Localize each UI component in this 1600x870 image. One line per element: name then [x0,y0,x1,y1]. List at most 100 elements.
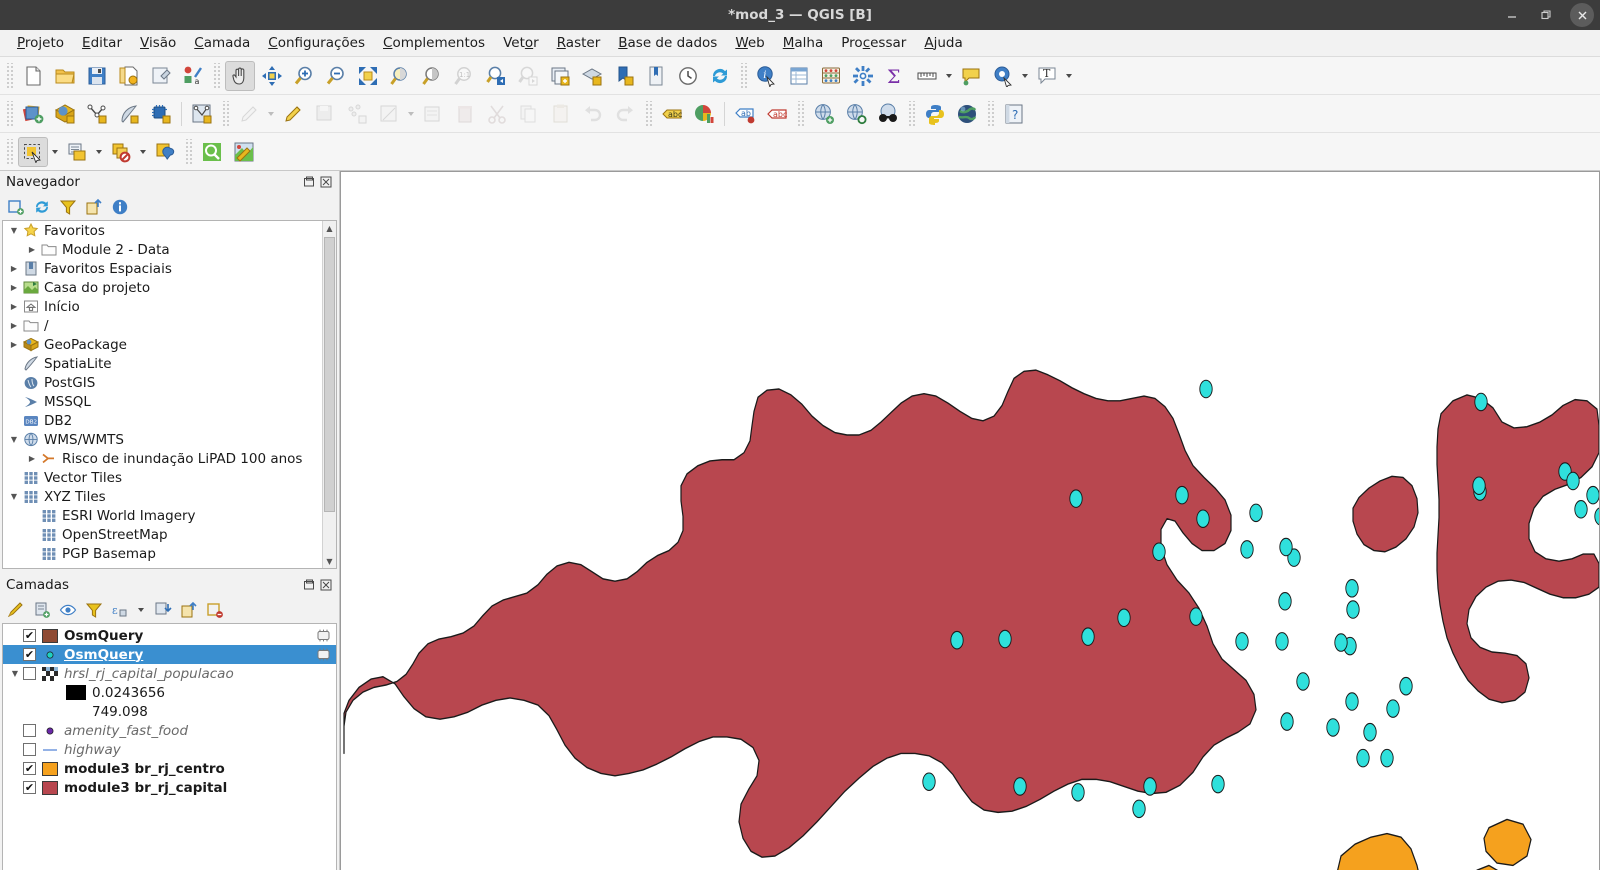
map-point-feature[interactable] [922,772,936,791]
browser-item-esri-world-imagery[interactable]: ESRI World Imagery [3,506,336,525]
browser-item-module-2-data[interactable]: ▶ Module 2 - Data [3,240,336,259]
map-point-feature[interactable] [1574,500,1588,519]
browser-item-mssql[interactable]: MSSQL [3,392,336,411]
map-point-feature[interactable] [1346,600,1360,619]
toggle-editing-icon[interactable] [278,99,308,129]
metasearch-add-icon[interactable] [809,99,839,129]
new-map-view-icon[interactable] [545,61,575,91]
menu-ajuda[interactable]: Ajuda [915,32,971,54]
chevron-right-icon[interactable]: ▶ [25,454,39,463]
browser-item-postgis[interactable]: PostGIS [3,373,336,392]
map-point-feature[interactable] [1189,607,1203,626]
open-attribute-table-icon[interactable] [784,61,814,91]
diagram-properties-icon[interactable] [689,99,719,129]
help-contents-icon[interactable]: ? [999,99,1029,129]
map-point-feature[interactable] [1081,627,1095,646]
expand-all-icon[interactable] [152,599,173,620]
map-point-feature[interactable] [1474,392,1488,412]
toolbar-grip[interactable] [5,100,14,127]
map-tips-icon[interactable] [956,61,986,91]
layer-styling-icon[interactable] [5,599,26,620]
browser-item-db2[interactable]: DB2 DB2 [3,411,336,430]
layers-tree[interactable]: ✔ OsmQuery ✔ OsmQuery ▼ hrsl_rj_capital_popul… [2,623,337,870]
spatial-bookmarks-dropdown-caret[interactable] [1019,61,1031,91]
layer-item-highway[interactable]: highway [3,740,336,759]
minimize-button[interactable] [1496,2,1528,28]
zoom-full-icon[interactable] [353,61,383,91]
menu-raster[interactable]: Raster [548,32,610,54]
map-point-feature[interactable] [1071,783,1085,802]
map-point-feature[interactable] [1278,592,1292,611]
map-point-feature[interactable] [1472,476,1486,495]
zoom-layer-icon[interactable] [417,61,447,91]
browser-item-xyz-tiles[interactable]: ▼ XYZ Tiles [3,487,336,506]
chevron-right-icon[interactable]: ▶ [7,302,21,311]
save-project-icon[interactable] [82,61,112,91]
map-point-feature[interactable] [998,629,1012,649]
plugin-manager-icon[interactable] [952,99,982,129]
scroll-up-arrow[interactable]: ▲ [323,221,336,235]
show-bookmarks-icon[interactable] [641,61,671,91]
map-point-feature[interactable] [1117,608,1131,628]
osm-query-icon[interactable] [873,99,903,129]
add-group-icon[interactable] [31,599,52,620]
select-features-dropdown-caret[interactable] [49,137,61,167]
refresh-icon[interactable] [705,61,735,91]
new-3d-map-view-icon[interactable] [577,61,607,91]
layer-visibility-checkbox[interactable]: ✔ [23,762,36,775]
filter-expression-dropdown-caret[interactable] [135,601,147,619]
map-point-feature[interactable] [1249,503,1263,523]
float-panel-icon[interactable] [302,578,316,592]
metasearch-find-icon[interactable] [841,99,871,129]
new-project-icon[interactable] [18,61,48,91]
layer-item-hrsl-rj-capital-populacao[interactable]: ▼ hrsl_rj_capital_populacao [3,664,336,683]
filter-legend-icon[interactable] [83,599,104,620]
select-by-expression-dropdown-caret[interactable] [93,137,105,167]
save-project-as-icon[interactable] [114,61,144,91]
menu-web[interactable]: Web [726,32,773,54]
annotation-dropdown-caret[interactable] [1063,61,1075,91]
add-raster-layer-icon[interactable] [50,99,80,129]
menu-configuracoes[interactable]: Configurações [259,32,374,54]
chevron-right-icon[interactable]: ▶ [7,340,21,349]
layer-visibility-checkbox[interactable] [23,743,36,756]
highlight-pinned-labels-icon[interactable]: ab [730,99,760,129]
menu-editar[interactable]: Editar [73,32,131,54]
layer-visibility-checkbox[interactable] [23,667,36,680]
menu-base-de-dados[interactable]: Base de dados [609,32,726,54]
text-annotation-icon[interactable]: T [1032,61,1062,91]
temporal-controller-icon[interactable] [673,61,703,91]
browser-item-openstreetmap[interactable]: OpenStreetMap [3,525,336,544]
deselect-features-icon[interactable] [106,137,136,167]
map-point-feature[interactable] [1132,799,1146,819]
measure-line-icon[interactable] [912,61,942,91]
map-point-feature[interactable] [1279,537,1293,557]
add-delimited-text-layer-icon[interactable] [114,99,144,129]
add-vector-layer-icon[interactable] [18,99,48,129]
pan-map-icon[interactable] [225,60,255,91]
map-point-feature[interactable] [1199,379,1213,399]
style-manager-icon[interactable]: a [178,61,208,91]
pin-labels-icon[interactable]: abc [762,99,792,129]
toolbar-grip[interactable] [5,62,14,89]
map-point-feature[interactable] [1240,540,1254,559]
toolbar-grip[interactable] [907,100,916,127]
processing-toolbox-icon[interactable] [848,61,878,91]
map-point-feature[interactable] [1586,485,1599,505]
browser-item-favoritos-espaciais[interactable]: ▶ Favoritos Espaciais [3,259,336,278]
osm-search-icon[interactable] [197,137,227,167]
menu-visao[interactable]: Visão [131,32,185,54]
float-panel-icon[interactable] [302,175,316,189]
toolbar-grip[interactable] [739,62,748,89]
layer-item-0-0243656[interactable]: 0.0243656 [3,683,336,702]
layer-item-module3-br-rj-centro[interactable]: ✔ module3 br_rj_centro [3,759,336,778]
zoom-selection-icon[interactable] [385,61,415,91]
zoom-last-icon[interactable] [481,61,511,91]
layer-item-749-098[interactable]: 749.098 [3,702,336,721]
menu-complementos[interactable]: Complementos [374,32,494,54]
toolbar-grip[interactable] [644,100,653,127]
menu-camada[interactable]: Camada [185,32,259,54]
chevron-right-icon[interactable]: ▶ [7,321,21,330]
browser-item-vector-tiles[interactable]: Vector Tiles [3,468,336,487]
select-by-location-icon[interactable] [150,137,180,167]
